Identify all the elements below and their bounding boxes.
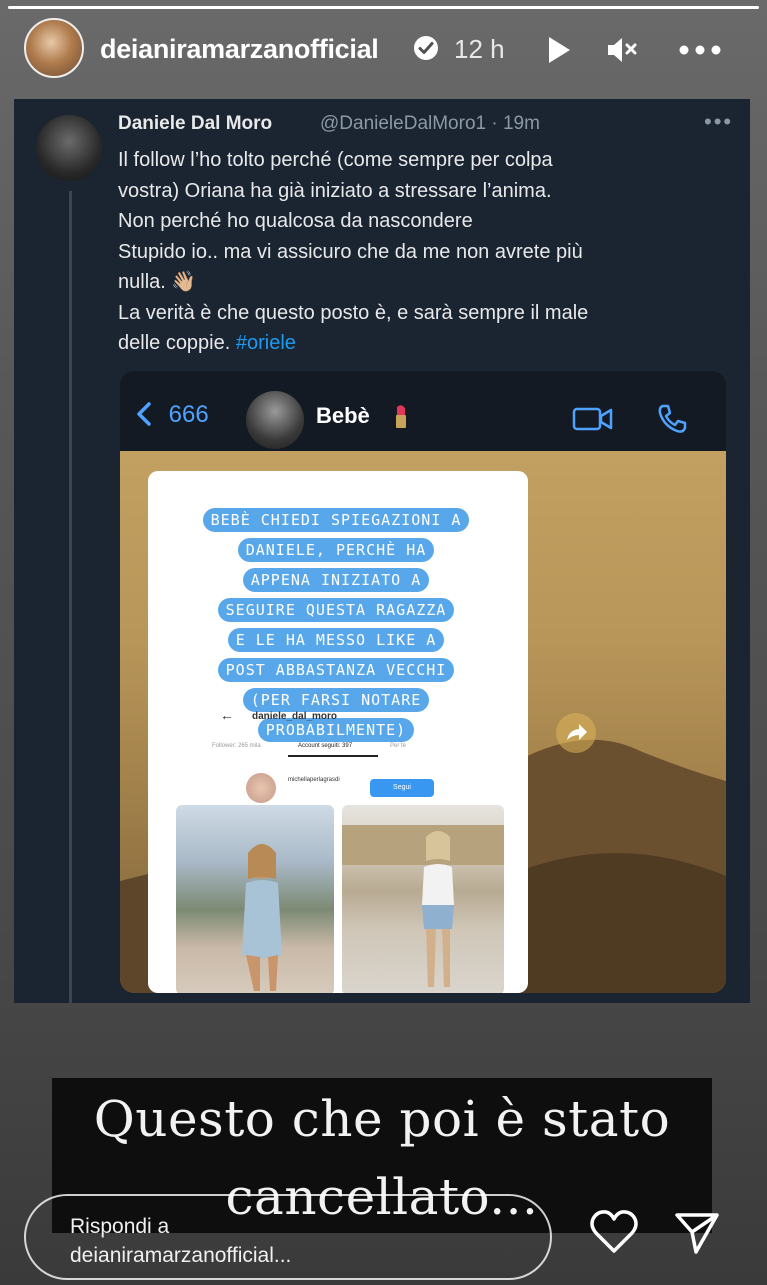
more-icon[interactable] <box>676 32 724 68</box>
ig-photo-left <box>176 805 334 993</box>
tweet-screenshot: Daniele Dal Moro @DanieleDalMoro1 · 19m … <box>14 99 750 1003</box>
chat-back: 666 <box>134 401 209 429</box>
tweet-line: nulla. 👋🏼 <box>118 271 197 293</box>
story-timestamp: 12 h <box>454 34 505 64</box>
message-line-text: POST ABBASTANZA VECCHI <box>217 658 455 682</box>
tweet-author-name: Daniele Dal Moro <box>118 113 273 134</box>
tweet-text: Il follow l’ho tolto perché (come sempre… <box>118 145 718 359</box>
story-username[interactable]: deianiramarzanofficial <box>100 34 379 65</box>
story-header: deianiramarzanofficial 12 h <box>0 14 767 86</box>
message-line: DANIELE, PERCHÈ HA <box>188 535 484 565</box>
ig-list-avatar <box>246 773 276 803</box>
thread-line <box>69 191 72 1003</box>
caption-line-1: Questo che poi è stato <box>93 1090 671 1148</box>
tweet-line: Il follow l’ho tolto perché (come sempre… <box>118 149 553 171</box>
ig-list-name: michellaperlagrasdi <box>288 777 340 783</box>
message-line-text: DANIELE, PERCHÈ HA <box>237 538 435 562</box>
ig-tab-following: Account seguiti: 397 <box>298 743 353 749</box>
message-line-text: BEBÈ CHIEDI SPIEGAZIONI A <box>202 508 470 532</box>
instagram-screenshot: BEBÈ CHIEDI SPIEGAZIONI A DANIELE, PERCH… <box>148 471 528 993</box>
message-line: BEBÈ CHIEDI SPIEGAZIONI A <box>188 505 484 535</box>
story-progress-fill <box>8 6 759 9</box>
ig-tab-underline <box>288 755 378 757</box>
tweet-embedded-image: 666 Bebè BEBÈ CHIEDI SPIEGAZIONI A DANIE… <box>120 371 726 993</box>
reply-placeholder-line-1: Rispondi a <box>70 1215 170 1238</box>
tweet-more-icon: ••• <box>704 109 734 134</box>
share-icon <box>556 713 596 753</box>
chat-contact-avatar <box>246 391 304 449</box>
message-line: E LE HA MESSO LIKE A <box>188 625 484 655</box>
message-line: APPENA INIZIATO A <box>188 565 484 595</box>
message-line-text: (PER FARSI NOTARE <box>242 688 430 712</box>
tweet-author-avatar <box>36 115 102 181</box>
chat-contact-name: Bebè <box>316 403 370 428</box>
story-progress-bar <box>8 6 759 9</box>
message-line: POST ABBASTANZA VECCHI <box>188 655 484 685</box>
lipstick-icon <box>396 405 406 428</box>
ig-profile-username: daniele_dal_moro <box>252 711 338 722</box>
reply-input[interactable]: Rispondi a deianiramarzanofficial... <box>24 1194 552 1280</box>
ig-back-arrow-icon: ← <box>220 707 234 723</box>
video-call-icon <box>572 407 613 431</box>
tweet-line: vostra) Oriana ha già iniziato a stressa… <box>118 179 552 202</box>
profile-avatar[interactable] <box>24 18 84 78</box>
tweet-line-text: delle coppie. <box>118 332 236 354</box>
tweet-line: Stupido io.. ma vi assicuro che da me no… <box>118 240 583 263</box>
message-line-text: APPENA INIZIATO A <box>242 568 430 592</box>
hashtag-link: #oriele <box>235 332 296 354</box>
tweet-line: La verità è che questo posto è, e sarà s… <box>118 301 589 324</box>
tweet-line: delle coppie. #oriele <box>118 328 718 359</box>
play-icon[interactable] <box>540 32 576 68</box>
reply-placeholder: Rispondi a deianiramarzanofficial... <box>70 1212 291 1270</box>
heart-icon[interactable] <box>588 1208 640 1256</box>
chat-back-count: 666 <box>168 401 209 428</box>
message-line: SEGUIRE QUESTA RAGAZZA <box>188 595 484 625</box>
message-line-text: E LE HA MESSO LIKE A <box>227 628 445 652</box>
ig-follow-button: Segui <box>370 779 434 797</box>
tweet-line: Non perché ho qualcosa da nascondere <box>118 210 473 232</box>
chat-message: BEBÈ CHIEDI SPIEGAZIONI A DANIELE, PERCH… <box>188 505 484 742</box>
phone-icon <box>658 404 687 433</box>
verified-icon <box>414 36 438 60</box>
ig-tab-other: Per te <box>390 743 407 749</box>
chat-header: 666 Bebè <box>120 371 726 451</box>
ig-tab-followers: Follower: 265 mila <box>212 743 261 749</box>
reply-placeholder-line-2: deianiramarzanofficial... <box>70 1244 292 1267</box>
ig-photo-right <box>342 805 504 993</box>
send-icon[interactable] <box>674 1210 720 1256</box>
mute-icon[interactable] <box>604 32 640 68</box>
message-line-text: SEGUIRE QUESTA RAGAZZA <box>217 598 455 622</box>
tweet-handle-time: @DanieleDalMoro1 · 19m <box>320 113 540 134</box>
